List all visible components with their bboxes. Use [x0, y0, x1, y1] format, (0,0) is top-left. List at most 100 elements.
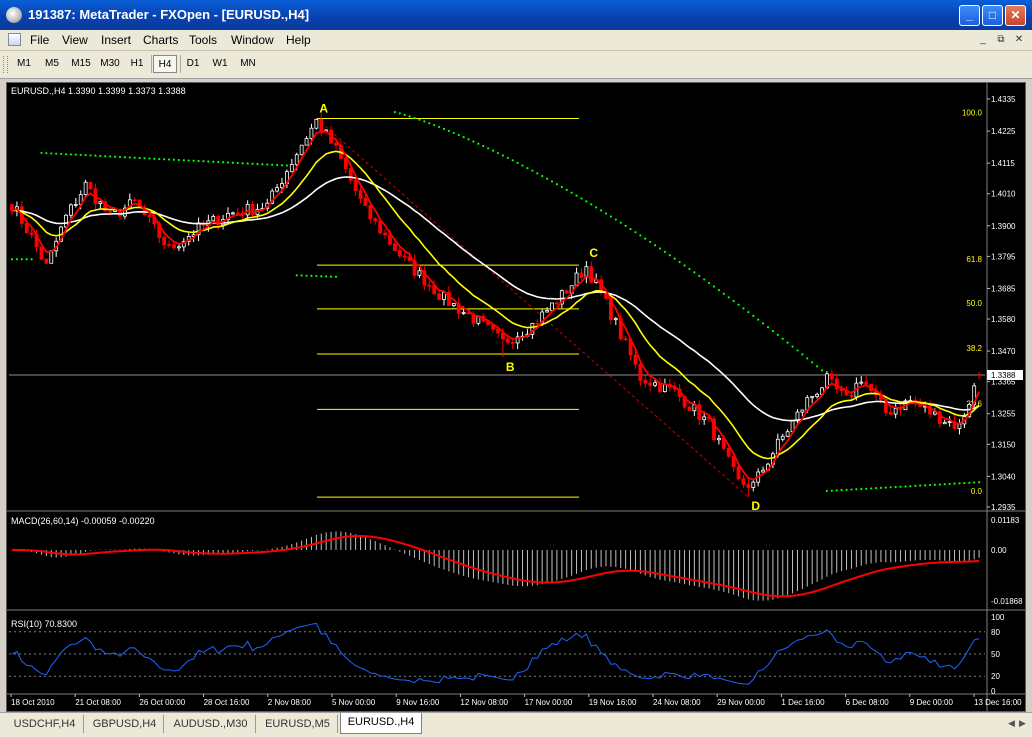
candle-body	[314, 118, 319, 129]
parabolic-sar-dot	[217, 160, 220, 164]
candle-body	[275, 187, 279, 192]
parabolic-sar-dot	[192, 159, 195, 162]
window-titlebar[interactable]: 191387: MetaTrader - FXOpen - [EURUSD.,H…	[0, 0, 1032, 30]
parabolic-sar-dot	[683, 264, 686, 267]
menu-insert[interactable]: Insert	[101, 33, 131, 47]
menu-view[interactable]: View	[62, 33, 88, 47]
parabolic-sar-dot	[231, 161, 235, 164]
candle-body	[942, 422, 947, 425]
app-icon[interactable]	[6, 7, 22, 23]
parabolic-sar-dot	[177, 158, 181, 162]
timeframe-mn-button[interactable]: MN	[236, 55, 260, 73]
parabolic-sar-dot	[550, 180, 554, 183]
parabolic-sar-dot	[403, 113, 406, 116]
parabolic-sar-dot	[457, 133, 460, 137]
rsi-axis-label: 20	[991, 672, 1000, 681]
candle-body	[947, 421, 952, 424]
timeframe-m30-button[interactable]: M30	[97, 55, 123, 73]
timeframe-w1-button[interactable]: W1	[208, 55, 232, 73]
timeframe-m15-button[interactable]: M15	[68, 55, 94, 73]
price-axis-label: 1.4115	[991, 159, 1015, 168]
candle-body	[167, 244, 171, 246]
parabolic-sar-dot	[300, 274, 303, 277]
parabolic-sar-dot	[45, 152, 48, 155]
timeframe-m1-button[interactable]: M1	[12, 55, 36, 73]
parabolic-sar-dot	[879, 486, 883, 489]
tab-eurusd-h4[interactable]: EURUSD.,H4	[340, 713, 422, 734]
parabolic-sar-dot	[128, 156, 131, 159]
parabolic-sar-dot	[668, 254, 671, 257]
price-chart[interactable]: 100.061.850.038.223.60.0 ABCD 1.43351.42…	[7, 83, 1025, 711]
menu-help[interactable]: Help	[286, 33, 311, 47]
parabolic-sar-dot	[197, 159, 200, 163]
menu-tools[interactable]: Tools	[189, 33, 217, 47]
parabolic-sar-dot	[609, 215, 613, 218]
parabolic-sar-dot	[717, 289, 721, 292]
mdi-minimize-button[interactable]: _	[976, 33, 990, 46]
parabolic-sar-dot	[727, 296, 730, 299]
timeframe-h1-button[interactable]: H1	[126, 55, 148, 73]
wave-label-d: D	[751, 499, 760, 513]
candle-body	[132, 199, 137, 202]
tab-usdchf-h4[interactable]: USDCHF,H4	[6, 715, 84, 733]
parabolic-sar-dot	[104, 155, 107, 158]
time-axis-label: 2 Nov 08:00	[268, 698, 312, 707]
parabolic-sar-dot	[653, 244, 657, 247]
parabolic-sar-dot	[531, 169, 534, 172]
parabolic-sar-dot	[246, 162, 249, 165]
candle-body	[373, 218, 378, 222]
parabolic-sar-dot	[261, 163, 264, 166]
candle-body	[957, 423, 962, 429]
parabolic-sar-dot	[423, 120, 426, 123]
candle-body	[623, 338, 628, 341]
menu-window[interactable]: Window	[231, 33, 274, 47]
tab-eurusd-m5[interactable]: EURUSD,M5	[258, 715, 338, 733]
chart-document-icon[interactable]	[8, 33, 21, 46]
timeframe-m5-button[interactable]: M5	[40, 55, 64, 73]
parabolic-sar-dot	[904, 485, 907, 488]
tab-audusd-m30[interactable]: AUDUSD.,M30	[166, 715, 256, 733]
parabolic-sar-dot	[943, 483, 946, 486]
maximize-button[interactable]: □	[982, 5, 1003, 26]
candle-body	[73, 203, 78, 206]
parabolic-sar-dot	[393, 111, 397, 114]
menu-file[interactable]: File	[30, 33, 49, 47]
parabolic-sar-dot	[285, 164, 289, 167]
parabolic-sar-dot	[811, 361, 814, 364]
fibonacci-level-label: 50.0	[966, 299, 982, 308]
candle-body	[545, 310, 549, 313]
candle-body	[88, 181, 93, 190]
parabolic-sar-dot	[187, 159, 190, 162]
tab-gbpusd-h4[interactable]: GBPUSD,H4	[86, 715, 164, 733]
close-button[interactable]: ✕	[1005, 5, 1026, 26]
macd-axis-label: -0.01868	[991, 597, 1023, 606]
parabolic-sar-dot	[334, 275, 338, 278]
parabolic-sar-dot	[585, 200, 588, 203]
candle-body	[888, 412, 893, 415]
timeframe-h4-button[interactable]: H4	[153, 55, 177, 73]
candle-body	[83, 181, 88, 196]
parabolic-sar-dot	[889, 486, 892, 489]
parabolic-sar-dot	[884, 486, 887, 489]
parabolic-sar-dot	[693, 271, 696, 274]
minimize-button[interactable]: _	[959, 5, 980, 26]
parabolic-sar-dot	[472, 140, 475, 143]
price-axis-label: 1.3255	[991, 410, 1016, 419]
tabs-scroll-right-icon[interactable]: ▶	[1019, 718, 1026, 729]
menu-charts[interactable]: Charts	[143, 33, 178, 47]
candle-body	[736, 466, 741, 480]
parabolic-sar-dot	[806, 357, 809, 360]
candle-body	[368, 205, 373, 220]
wave-label-a: A	[319, 102, 328, 116]
toolbar-grip[interactable]	[3, 56, 8, 73]
chart-window[interactable]: 100.061.850.038.223.60.0 ABCD 1.43351.42…	[6, 82, 1026, 712]
mdi-restore-button[interactable]: ⧉	[994, 33, 1008, 46]
candle-body	[613, 318, 618, 321]
fibonacci-level-label: 100.0	[962, 109, 983, 118]
mdi-close-button[interactable]: ✕	[1012, 33, 1026, 46]
tabs-scroll-left-icon[interactable]: ◀	[1008, 718, 1015, 729]
parabolic-sar-dot	[766, 326, 770, 329]
candle-body	[451, 303, 456, 307]
timeframe-d1-button[interactable]: D1	[182, 55, 204, 73]
moving-average-mid-line	[11, 150, 980, 460]
